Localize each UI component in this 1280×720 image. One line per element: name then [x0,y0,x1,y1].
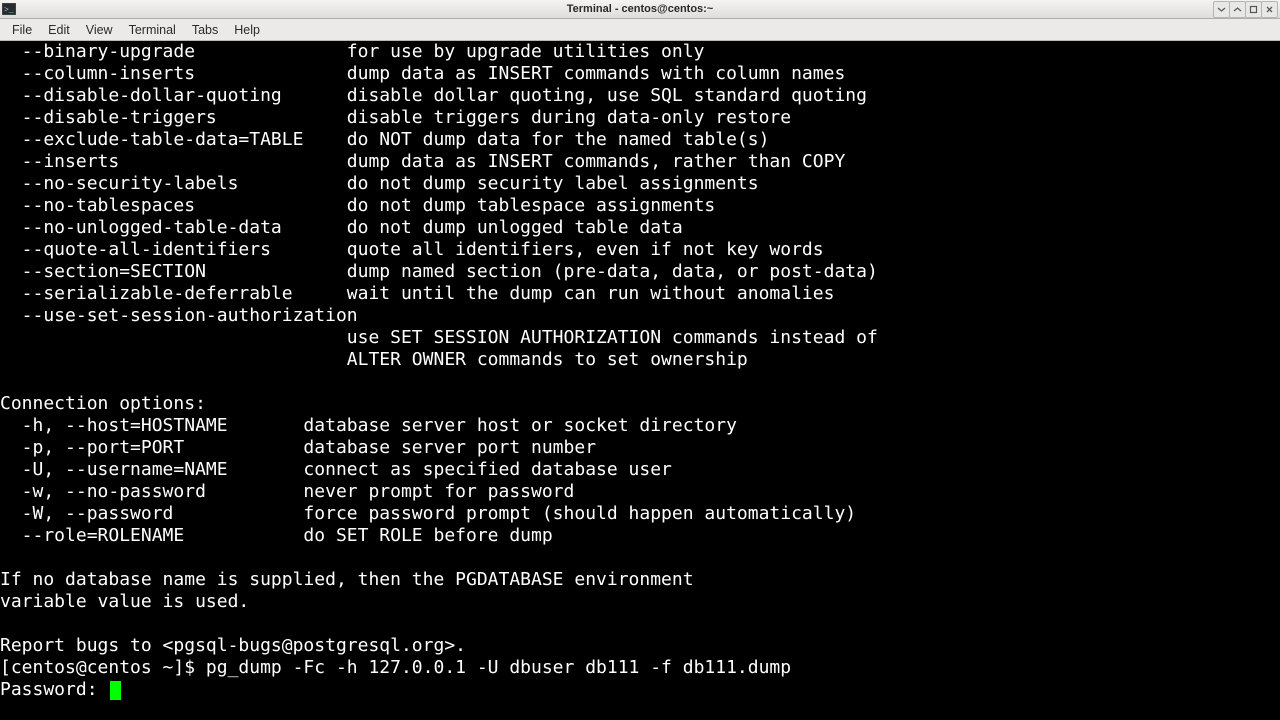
window-title: Terminal - centos@centos:~ [0,3,1280,15]
minimize-button[interactable] [1213,1,1230,18]
menu-help[interactable]: Help [226,21,268,39]
window-titlebar: >_ Terminal - centos@centos:~ [0,0,1280,19]
close-button[interactable] [1261,1,1278,18]
terminal-line: Report bugs to <pgsql-bugs@postgresql.or… [0,635,1280,657]
terminal-line: Connection options: [0,393,1280,415]
menu-terminal[interactable]: Terminal [121,21,184,39]
terminal-line: -W, --password force password prompt (sh… [0,503,1280,525]
terminal-line: --disable-dollar-quoting disable dollar … [0,85,1280,107]
terminal-line [0,613,1280,635]
terminal-line: variable value is used. [0,591,1280,613]
terminal-line: --column-inserts dump data as INSERT com… [0,63,1280,85]
terminal-line: -w, --no-password never prompt for passw… [0,481,1280,503]
terminal-line: [centos@centos ~]$ pg_dump -Fc -h 127.0.… [0,657,1280,679]
restore-up-button[interactable] [1229,1,1246,18]
terminal-line: --no-tablespaces do not dump tablespace … [0,195,1280,217]
terminal-line: --binary-upgrade for use by upgrade util… [0,41,1280,63]
terminal-line [0,547,1280,569]
terminal-cursor [110,681,121,700]
svg-text:>_: >_ [4,6,14,15]
terminal-line: If no database name is supplied, then th… [0,569,1280,591]
terminal-line: --disable-triggers disable triggers duri… [0,107,1280,129]
terminal-line: --serializable-deferrable wait until the… [0,283,1280,305]
terminal-line: -h, --host=HOSTNAME database server host… [0,415,1280,437]
terminal-line: ALTER OWNER commands to set ownership [0,349,1280,371]
terminal-line: --role=ROLENAME do SET ROLE before dump [0,525,1280,547]
menu-view[interactable]: View [78,21,121,39]
menu-file[interactable]: File [4,21,40,39]
terminal-line: --quote-all-identifiers quote all identi… [0,239,1280,261]
terminal-line: --section=SECTION dump named section (pr… [0,261,1280,283]
window-controls [1214,1,1278,18]
terminal-line: --use-set-session-authorization [0,305,1280,327]
terminal-viewport[interactable]: --binary-upgrade for use by upgrade util… [0,41,1280,720]
maximize-button[interactable] [1245,1,1262,18]
password-prompt-line[interactable]: Password: [0,679,1280,701]
terminal-line: --no-security-labels do not dump securit… [0,173,1280,195]
terminal-line [0,371,1280,393]
terminal-line: --inserts dump data as INSERT commands, … [0,151,1280,173]
terminal-line: -U, --username=NAME connect as specified… [0,459,1280,481]
menubar: File Edit View Terminal Tabs Help [0,19,1280,41]
menu-tabs[interactable]: Tabs [184,21,226,39]
menu-edit[interactable]: Edit [40,21,78,39]
password-label: Password: [0,679,108,700]
terminal-line: --exclude-table-data=TABLE do NOT dump d… [0,129,1280,151]
terminal-app-icon: >_ [0,3,18,15]
terminal-line: use SET SESSION AUTHORIZATION commands i… [0,327,1280,349]
terminal-line: --no-unlogged-table-data do not dump unl… [0,217,1280,239]
terminal-line: -p, --port=PORT database server port num… [0,437,1280,459]
